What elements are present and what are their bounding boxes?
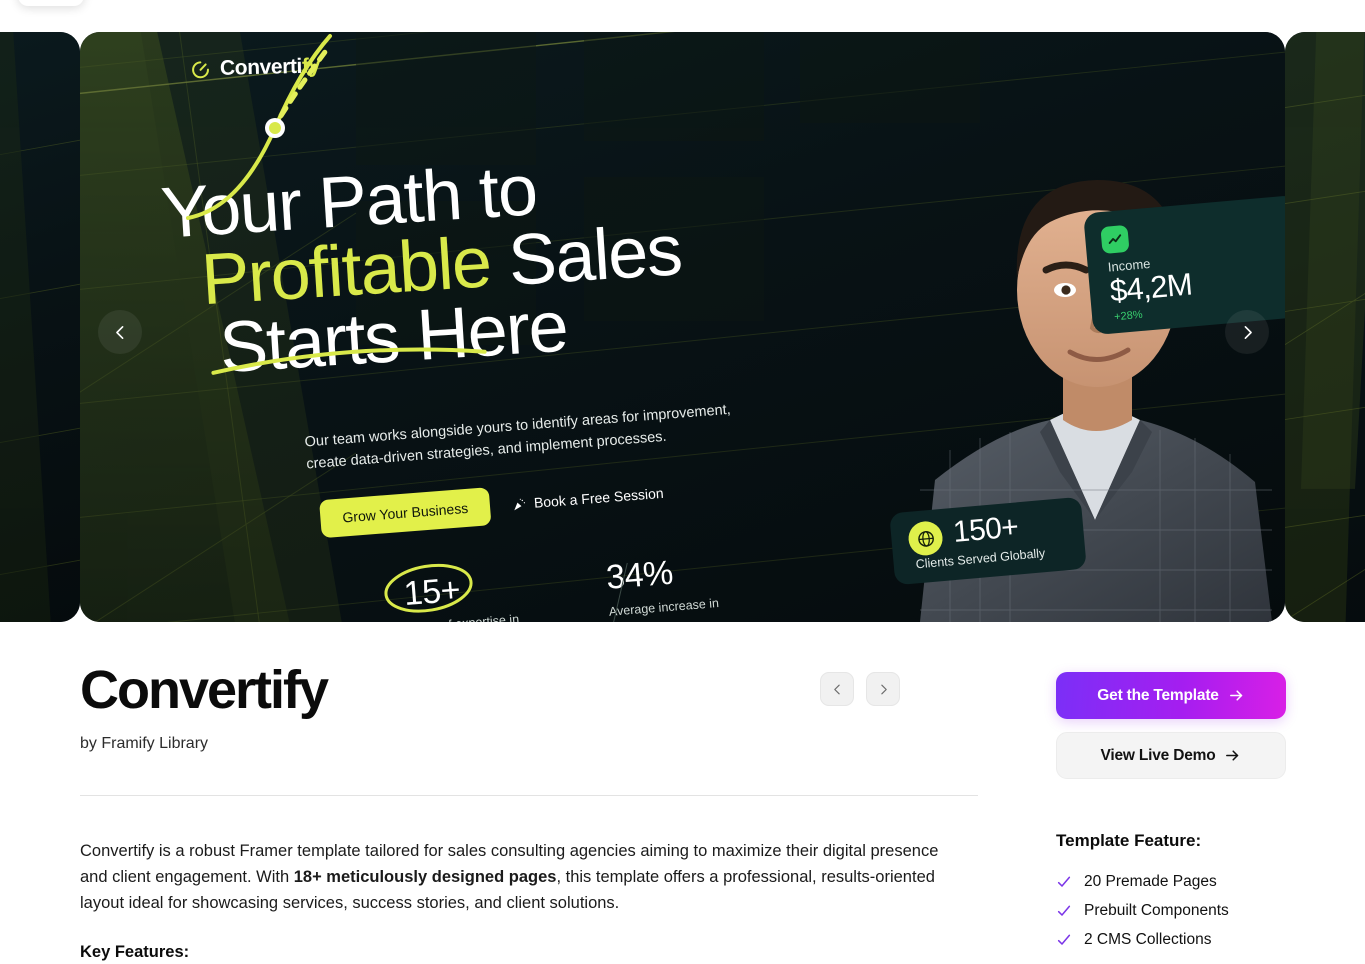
stat-item: 34% Average increase in revenue (605, 549, 736, 622)
check-icon (1057, 934, 1071, 945)
template-feature-list: 20 Premade Pages Prebuilt Components 2 C… (1056, 873, 1286, 949)
slide-grid-pattern (0, 32, 80, 622)
income-trend-chart (186, 34, 332, 220)
check-icon (1057, 876, 1071, 887)
chevron-left-icon (115, 325, 123, 339)
gallery-next-button[interactable] (866, 672, 900, 706)
carousel-next-button[interactable] (1225, 310, 1269, 354)
detail-content: Convertify by Framify Library Convertify… (0, 622, 1365, 964)
book-session-label: Book a Free Session (533, 484, 665, 511)
arrow-right-icon (1226, 750, 1239, 761)
feature-list-item: Prebuilt Components (1056, 902, 1286, 920)
chevron-right-icon (880, 684, 887, 694)
feature-list-item: 2 CMS Collections (1056, 931, 1286, 949)
trending-up-icon (1100, 224, 1130, 255)
detail-sidebar: Get the Template View Live Demo Template… (1056, 672, 1286, 949)
feature-list-item: 20 Premade Pages (1056, 873, 1286, 891)
hero-carousel: Convertify Your Path to Profitable Sales… (0, 32, 1365, 622)
check-icon (1057, 905, 1071, 916)
slide-grid-pattern (1285, 32, 1365, 622)
carousel-slide-next[interactable] (1285, 32, 1365, 622)
description-highlight: 18+ meticulously designed pages (293, 868, 557, 887)
live-demo-label: View Live Demo (1100, 746, 1216, 764)
template-feature-heading: Template Feature: (1056, 831, 1202, 850)
gallery-prev-button[interactable] (820, 672, 854, 706)
template-detail-page: Convertify Your Path to Profitable Sales… (0, 0, 1365, 964)
feature-label: 2 CMS Collections (1084, 931, 1212, 948)
author-byline: by Framify Library (80, 734, 209, 752)
chevron-right-icon (1244, 325, 1252, 339)
stat-circle-highlight (384, 563, 473, 613)
view-live-demo-button[interactable]: View Live Demo (1056, 732, 1286, 779)
feature-label: Prebuilt Components (1084, 902, 1229, 919)
carousel-slide-previous[interactable] (0, 32, 80, 622)
stat-value: 15+ (384, 563, 530, 614)
book-a-free-session-button[interactable]: Book a Free Session (511, 485, 664, 513)
gallery-nav-buttons (820, 672, 900, 706)
top-floating-chip (18, 0, 84, 6)
stat-label: Average increase in revenue (608, 596, 720, 622)
income-value: $4,2M (1108, 266, 1194, 309)
arrow-right-icon (1229, 690, 1242, 701)
feature-label: 20 Premade Pages (1084, 873, 1217, 890)
income-delta: +28% (1113, 308, 1144, 324)
content-divider (80, 794, 978, 796)
get-template-label: Get the Template (1097, 686, 1219, 704)
globe-icon (907, 520, 944, 557)
get-the-template-button[interactable]: Get the Template (1056, 672, 1286, 719)
key-features-heading: Key Features: (80, 942, 190, 961)
carousel-slide-active[interactable]: Convertify Your Path to Profitable Sales… (80, 32, 1285, 622)
clients-value: 150+ (951, 510, 1020, 549)
party-popper-icon (514, 498, 526, 510)
stat-item: 15+ Years of expertise in industries (384, 563, 533, 622)
carousel-prev-button[interactable] (98, 310, 142, 354)
chevron-left-icon (833, 684, 840, 694)
detail-main-column: Convertify by Framify Library Convertify… (80, 662, 978, 962)
template-description: Convertify is a robust Framer template t… (80, 838, 960, 917)
